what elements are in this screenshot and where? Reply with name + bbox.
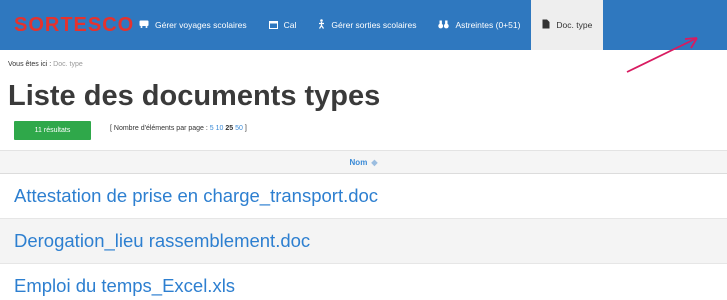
binoculars-icon xyxy=(438,20,450,31)
calendar-icon xyxy=(268,20,278,31)
nav-item-voyages[interactable]: Gérer voyages scolaires xyxy=(128,0,258,50)
table-row: Emploi du temps_Excel.xls xyxy=(0,264,727,300)
results-count-badge: 11 résultats xyxy=(14,121,91,140)
bus-icon xyxy=(139,20,149,30)
sort-icon[interactable]: ◆ xyxy=(371,158,377,167)
brand-logo[interactable]: SORTESCO xyxy=(0,14,133,37)
document-link[interactable]: Emploi du temps_Excel.xls xyxy=(14,275,235,297)
nav-item-astreintes-label: Astreintes (0+51) xyxy=(455,20,521,30)
column-header-label: Nom xyxy=(349,157,368,167)
per-page-selector: [ Nombre d'éléments par page : 5 10 25 5… xyxy=(110,125,247,132)
document-icon xyxy=(542,19,550,31)
table-row: Attestation de prise en charge_transport… xyxy=(0,174,727,219)
walking-person-icon xyxy=(318,19,325,31)
nav-item-cal-label: Cal xyxy=(283,20,297,30)
table-row: Derogation_lieu rassemblement.doc xyxy=(0,219,727,264)
page-title: Liste des documents types xyxy=(8,80,381,112)
nav-item-sorties[interactable]: Gérer sorties scolaires xyxy=(307,0,427,50)
nav-item-doc-type[interactable]: Doc. type xyxy=(531,0,604,50)
nav-item-astreintes[interactable]: Astreintes (0+51) xyxy=(427,0,531,50)
breadcrumb: Vous êtes ici : Doc. type xyxy=(8,61,83,68)
column-header-nom[interactable]: Nom ◆ xyxy=(0,150,727,174)
documents-table: Nom ◆ Attestation de prise en charge_tra… xyxy=(0,150,727,300)
nav-item-voyages-label: Gérer voyages scolaires xyxy=(155,20,247,30)
nav-item-doc-type-label: Doc. type xyxy=(556,20,593,30)
breadcrumb-current: Doc. type xyxy=(53,61,83,68)
breadcrumb-prefix: Vous êtes ici : xyxy=(8,61,52,68)
per-page-option-25-selected: 25 xyxy=(225,125,234,132)
nav-item-cal[interactable]: Cal xyxy=(258,0,308,50)
per-page-prefix: [ Nombre d'éléments par page : xyxy=(110,125,208,132)
per-page-suffix: ] xyxy=(244,125,247,132)
per-page-option-5[interactable]: 5 xyxy=(210,125,214,132)
document-link[interactable]: Attestation de prise en charge_transport… xyxy=(14,185,378,207)
document-link[interactable]: Derogation_lieu rassemblement.doc xyxy=(14,230,310,252)
nav-item-sorties-label: Gérer sorties scolaires xyxy=(331,20,417,30)
per-page-option-10[interactable]: 10 xyxy=(216,125,224,132)
per-page-option-50[interactable]: 50 xyxy=(235,125,243,132)
annotation-arrow-icon xyxy=(626,37,698,73)
